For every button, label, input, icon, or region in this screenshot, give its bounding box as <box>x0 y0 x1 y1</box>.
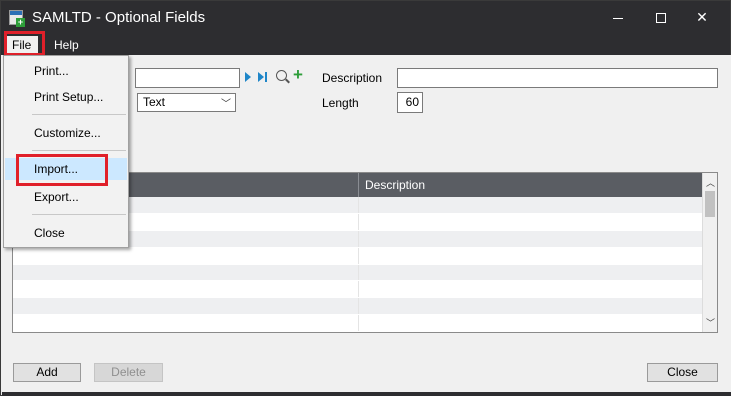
minimize-button[interactable] <box>598 6 638 28</box>
maximize-icon <box>656 13 666 24</box>
minimize-icon <box>613 17 623 19</box>
window-title: SAMLTD - Optional Fields <box>32 9 206 26</box>
length-label: Length <box>322 96 359 110</box>
last-record-icon[interactable] <box>258 72 264 82</box>
menu-item-close[interactable]: Close <box>5 222 127 244</box>
menu-item-customize[interactable]: Customize... <box>5 122 127 144</box>
menu-separator <box>32 150 126 151</box>
menu-separator <box>32 114 126 115</box>
last-record-bar <box>265 72 267 82</box>
table-row[interactable] <box>13 298 703 316</box>
grid-column-header-description[interactable]: Description <box>358 173 703 197</box>
type-select[interactable]: Text ﹀ <box>137 93 236 112</box>
file-menu-dropdown: Print... Print Setup... Customize... Imp… <box>3 55 129 248</box>
title-bar: + SAMLTD - Optional Fields ✕ <box>1 1 730 34</box>
add-button[interactable]: Add <box>13 363 81 382</box>
menu-item-print-setup[interactable]: Print Setup... <box>5 86 127 108</box>
menu-item-print[interactable]: Print... <box>5 60 127 82</box>
scroll-down-icon[interactable]: ﹀ <box>706 316 715 329</box>
chevron-down-icon: ﹀ <box>221 99 231 110</box>
type-select-value: Text <box>143 95 166 109</box>
table-row[interactable] <box>13 315 703 333</box>
length-input[interactable]: 60 <box>397 92 423 113</box>
new-record-icon[interactable]: + <box>293 66 303 84</box>
app-icon: + <box>9 10 25 27</box>
optional-fields-window: + SAMLTD - Optional Fields ✕ File Help +… <box>0 0 731 396</box>
optional-field-input[interactable] <box>135 68 240 88</box>
maximize-button[interactable] <box>641 6 681 28</box>
file-menu-highlight-box <box>4 31 45 56</box>
delete-button[interactable]: Delete <box>94 363 163 382</box>
close-window-button[interactable]: ✕ <box>682 6 722 28</box>
close-button[interactable]: Close <box>647 363 718 382</box>
description-input[interactable] <box>397 68 718 88</box>
table-row[interactable] <box>13 247 703 265</box>
menu-item-export[interactable]: Export... <box>5 186 127 208</box>
table-row[interactable] <box>13 264 703 282</box>
scroll-up-icon[interactable]: ︿ <box>706 176 715 189</box>
menu-separator <box>32 214 126 215</box>
description-label: Description <box>322 71 383 85</box>
menu-help[interactable]: Help <box>47 36 86 54</box>
finder-icon[interactable] <box>276 70 287 81</box>
table-row[interactable] <box>13 281 703 299</box>
grid-vertical-scrollbar[interactable]: ︿ ﹀ <box>702 173 717 332</box>
menu-bar: File Help <box>1 34 730 55</box>
window-bottom-border <box>2 392 731 396</box>
import-highlight-box <box>16 154 108 186</box>
next-record-icon[interactable] <box>245 72 251 82</box>
scroll-thumb[interactable] <box>705 191 715 217</box>
